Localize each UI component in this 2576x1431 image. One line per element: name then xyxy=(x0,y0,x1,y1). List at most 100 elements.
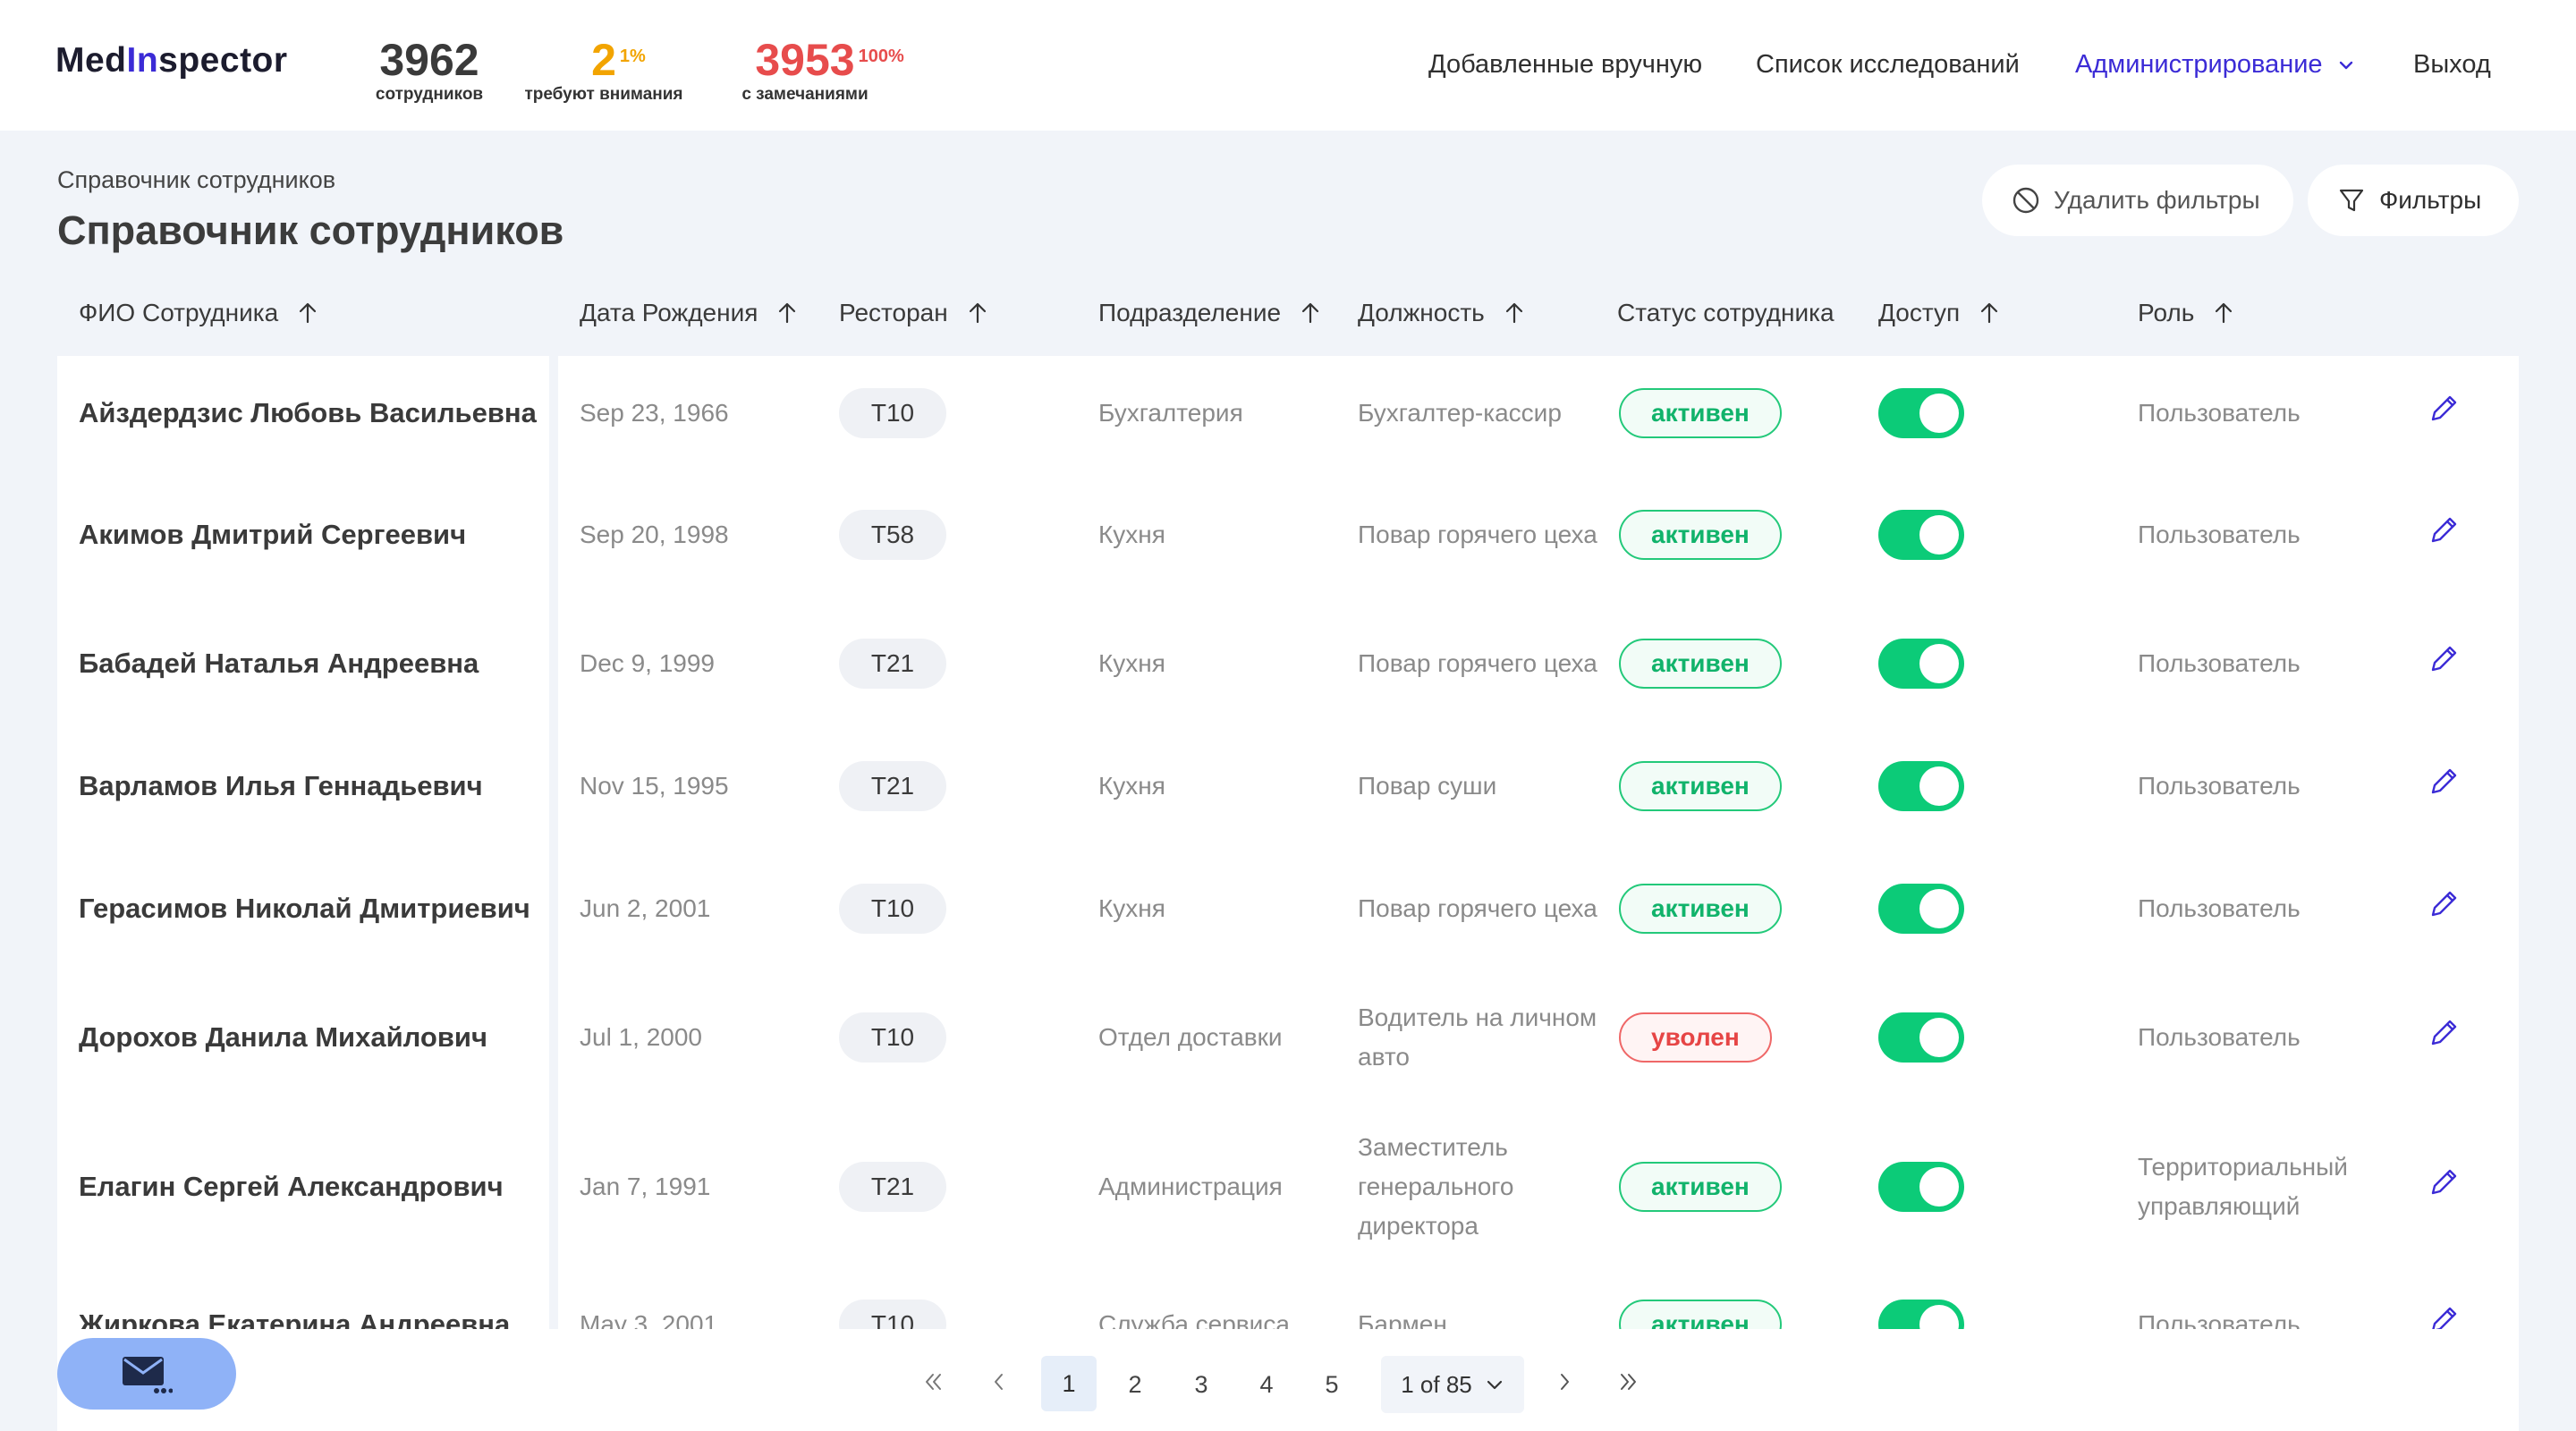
sort-arrow-up-icon[interactable] xyxy=(775,301,799,325)
department: Кухня xyxy=(1098,894,1165,922)
sort-arrow-up-icon[interactable] xyxy=(1299,301,1322,325)
edit-pencil-icon[interactable] xyxy=(2428,764,2462,809)
sort-arrow-up-icon[interactable] xyxy=(1978,301,2001,325)
filter-funnel-icon xyxy=(2339,189,2364,212)
edit-pencil-icon[interactable] xyxy=(2428,391,2462,436)
table-row[interactable]: Жиркова Екатерина Андреевна May 3, 2001 … xyxy=(57,1266,2519,1329)
stat-attention-caption: требуют внимания xyxy=(524,85,683,104)
mail-envelope-icon xyxy=(123,1357,173,1393)
prev-page-icon[interactable] xyxy=(987,1370,1027,1400)
role: Пользователь xyxy=(2138,399,2301,427)
top-header: MedInspector 3962 сотрудников 2 1% требую… xyxy=(0,0,2576,131)
edit-pencil-icon[interactable] xyxy=(2428,886,2462,932)
page-5[interactable]: 5 xyxy=(1304,1356,1360,1413)
sort-arrow-up-icon[interactable] xyxy=(966,301,989,325)
employee-name[interactable]: Бабадей Наталья Андреевна xyxy=(57,599,549,728)
chevron-down-icon xyxy=(1487,1380,1502,1390)
birth-date: Sep 23, 1966 xyxy=(580,399,729,427)
access-toggle[interactable] xyxy=(1878,388,1964,438)
filters-button[interactable]: Фильтры xyxy=(2308,165,2519,236)
restaurant-chip: T10 xyxy=(839,388,946,438)
employee-name[interactable]: Герасимов Николай Дмитриевич xyxy=(57,844,549,973)
status-badge: активен xyxy=(1619,510,1782,560)
access-toggle[interactable] xyxy=(1878,1300,1964,1329)
employee-name[interactable]: Айздердзис Любовь Васильевна xyxy=(57,356,549,470)
role: Пользователь xyxy=(2138,649,2301,677)
employee-name[interactable]: Елагин Сергей Александрович xyxy=(57,1102,549,1272)
sort-arrow-up-icon[interactable] xyxy=(296,301,319,325)
sort-arrow-up-icon[interactable] xyxy=(2212,301,2235,325)
app-logo[interactable]: MedInspector xyxy=(55,41,288,80)
nav-administration-dropdown[interactable]: Администрирование xyxy=(2075,50,2355,80)
edit-pencil-icon[interactable] xyxy=(2428,1302,2462,1329)
page-title: Справочник сотрудников xyxy=(57,207,564,253)
page-select[interactable]: 1 of 85 xyxy=(1381,1356,1524,1413)
access-toggle[interactable] xyxy=(1878,639,1964,689)
table-row[interactable]: Варламов Илья Геннадьевич Nov 15, 1995 T… xyxy=(57,728,2519,844)
filters-label: Фильтры xyxy=(2379,186,2482,214)
restaurant-chip: T58 xyxy=(839,510,946,560)
department: Бухгалтерия xyxy=(1098,399,1243,427)
role: Территориальный управляющий xyxy=(2138,1153,2348,1220)
table-row[interactable]: Бабадей Наталья Андреевна Dec 9, 1999 T2… xyxy=(57,599,2519,728)
birth-date: Jul 1, 2000 xyxy=(580,1023,702,1051)
access-toggle[interactable] xyxy=(1878,1012,1964,1063)
table-row[interactable]: Айздердзис Любовь Васильевна Sep 23, 196… xyxy=(57,356,2519,470)
page-2[interactable]: 2 xyxy=(1107,1356,1163,1413)
position: Заместитель генерального директора xyxy=(1358,1133,1514,1240)
employee-name[interactable]: Жиркова Екатерина Андреевна xyxy=(57,1266,549,1329)
stat-total-value: 3962 xyxy=(379,35,479,85)
table-row[interactable]: Герасимов Николай Дмитриевич Jun 2, 2001… xyxy=(57,844,2519,973)
department: Администрация xyxy=(1098,1173,1283,1200)
page-3[interactable]: 3 xyxy=(1174,1356,1229,1413)
department: Кухня xyxy=(1098,521,1165,548)
edit-pencil-icon[interactable] xyxy=(2428,512,2462,558)
employee-name[interactable]: Варламов Илья Геннадьевич xyxy=(57,728,549,844)
column-header-role[interactable]: Роль xyxy=(2138,299,2235,327)
breadcrumb[interactable]: Справочник сотрудников xyxy=(57,166,335,194)
next-page-icon[interactable] xyxy=(1553,1370,1592,1400)
column-header-access[interactable]: Доступ xyxy=(1878,299,2001,327)
first-page-icon[interactable] xyxy=(921,1370,961,1400)
restaurant-chip: T10 xyxy=(839,884,946,934)
access-toggle[interactable] xyxy=(1878,510,1964,560)
sort-arrow-up-icon[interactable] xyxy=(1503,301,1526,325)
employee-name[interactable]: Дорохов Данила Михайлович xyxy=(57,973,549,1102)
access-toggle[interactable] xyxy=(1878,761,1964,811)
nav-added-manually[interactable]: Добавленные вручную xyxy=(1428,50,1702,80)
role: Пользователь xyxy=(2138,1023,2301,1051)
page-4[interactable]: 4 xyxy=(1239,1356,1294,1413)
edit-pencil-icon[interactable] xyxy=(2428,1164,2462,1210)
nav-exit[interactable]: Выход xyxy=(2413,50,2491,80)
column-header-birth[interactable]: Дата Рождения xyxy=(580,299,799,327)
status-badge: активен xyxy=(1619,884,1782,934)
page-1[interactable]: 1 xyxy=(1041,1356,1097,1411)
stat-remarks-value: 3953 100% xyxy=(755,34,903,86)
edit-pencil-icon[interactable] xyxy=(2428,641,2462,687)
clear-filters-button[interactable]: Удалить фильтры xyxy=(1982,165,2293,236)
column-header-status[interactable]: Статус сотрудника xyxy=(1617,299,1835,327)
employee-name[interactable]: Акимов Дмитрий Сергеевич xyxy=(57,470,549,599)
access-toggle[interactable] xyxy=(1878,884,1964,934)
table-row[interactable]: Дорохов Данила Михайлович Jul 1, 2000 T1… xyxy=(57,973,2519,1102)
department: Кухня xyxy=(1098,649,1165,677)
column-header-position[interactable]: Должность xyxy=(1358,299,1526,327)
nav-administration-label: Администрирование xyxy=(2075,50,2323,79)
position: Водитель на личном авто xyxy=(1358,1003,1597,1071)
role: Пользователь xyxy=(2138,772,2301,800)
mail-button[interactable] xyxy=(57,1338,236,1410)
column-header-name[interactable]: ФИО Сотрудника xyxy=(79,299,319,327)
last-page-icon[interactable] xyxy=(1617,1370,1657,1400)
page-select-label: 1 of 85 xyxy=(1401,1370,1472,1398)
position: Повар горячего цеха xyxy=(1358,894,1597,922)
table-row[interactable]: Елагин Сергей Александрович Jan 7, 1991 … xyxy=(57,1102,2519,1272)
restaurant-chip: T21 xyxy=(839,639,946,689)
birth-date: Dec 9, 1999 xyxy=(580,649,715,677)
table-row[interactable]: Акимов Дмитрий Сергеевич Sep 20, 1998 T5… xyxy=(57,470,2519,599)
access-toggle[interactable] xyxy=(1878,1162,1964,1212)
column-header-department[interactable]: Подразделение xyxy=(1098,299,1322,327)
nav-studies-list[interactable]: Список исследований xyxy=(1756,50,2020,80)
column-header-restaurant[interactable]: Ресторан xyxy=(839,299,989,327)
edit-pencil-icon[interactable] xyxy=(2428,1015,2462,1061)
position: Повар суши xyxy=(1358,772,1497,800)
